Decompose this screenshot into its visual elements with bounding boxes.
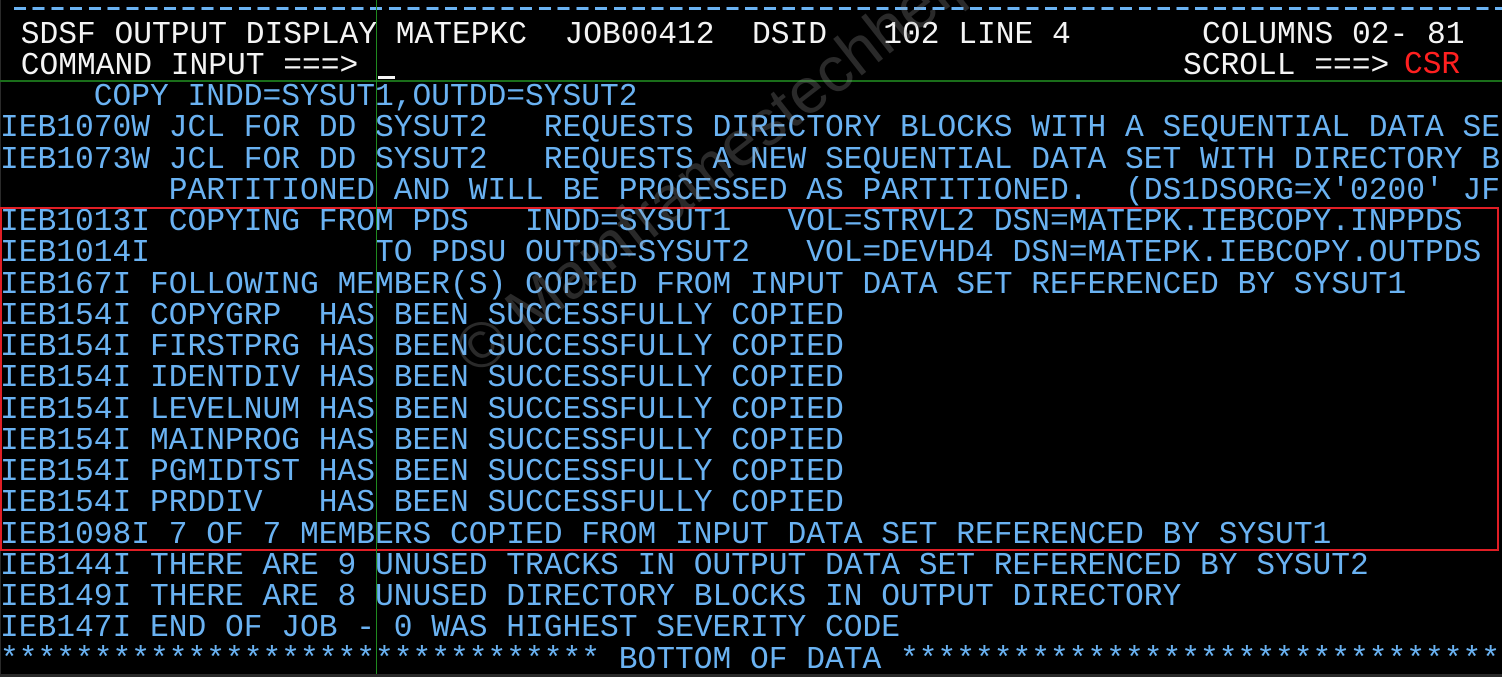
- highlight-box-iebcopy-results: [0, 207, 1499, 551]
- scroll-amount-field[interactable]: [1404, 50, 1468, 81]
- crosshair-horizontal-line: [0, 80, 1502, 82]
- output-line: IEB147I END OF JOB - 0 WAS HIGHEST SEVER…: [0, 611, 901, 647]
- text-cursor: [378, 76, 395, 79]
- command-input-label: COMMAND INPUT ===>: [2, 49, 359, 84]
- scroll-label: SCROLL ===>: [1183, 49, 1390, 84]
- output-line: IEB1073W JCL FOR DD SYSUT2 REQUESTS A NE…: [0, 142, 1500, 178]
- output-line: IEB1070W JCL FOR DD SYSUT2 REQUESTS DIRE…: [0, 111, 1500, 147]
- crosshair-vertical-line: [376, 0, 377, 677]
- bottom-of-data-marker: ******************************** BOTTOM …: [0, 642, 1500, 677]
- output-line: PARTITIONED AND WILL BE PROCESSED AS PAR…: [0, 173, 1500, 209]
- header-dashed-rule: [14, 7, 1502, 10]
- sdsf-output-display-screen: SDSF OUTPUT DISPLAY MATEPKC JOB00412 DSI…: [0, 0, 1502, 677]
- output-line: IEB144I THERE ARE 9 UNUSED TRACKS IN OUT…: [0, 548, 1369, 584]
- output-line: IEB149I THERE ARE 8 UNUSED DIRECTORY BLO…: [0, 580, 1182, 615]
- header-info-line: SDSF OUTPUT DISPLAY MATEPKC JOB00412 DSI…: [2, 18, 1465, 53]
- output-line: COPY INDD=SYSUT1,OUTDD=SYSUT2: [0, 80, 638, 115]
- command-input-field[interactable]: [377, 52, 1157, 80]
